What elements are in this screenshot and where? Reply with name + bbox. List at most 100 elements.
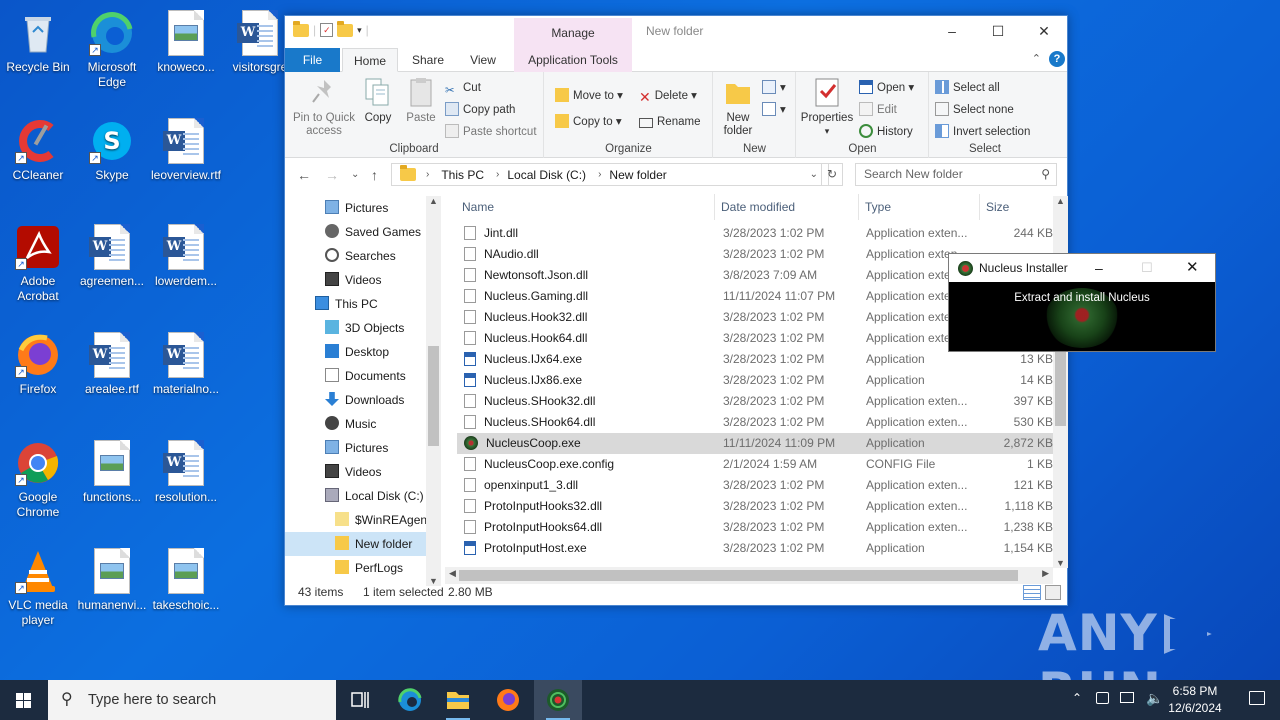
file-list-scrollbar[interactable]: ▲ ▼ xyxy=(1053,196,1068,568)
pin-quick-access-button[interactable]: Pin to Quick access xyxy=(289,76,359,138)
cut-button[interactable]: ✂ Cut xyxy=(445,78,481,98)
details-view-icon[interactable] xyxy=(1023,585,1041,600)
move-to-button[interactable]: Move to ▾ xyxy=(555,86,623,106)
desktop-icon[interactable]: Wmaterialno... xyxy=(148,332,224,397)
nav-scrollbar[interactable]: ▲ ▼ xyxy=(426,196,441,586)
tab-home[interactable]: Home xyxy=(342,48,398,72)
nav-item-documents[interactable]: Documents xyxy=(285,364,426,388)
desktop-icon[interactable]: Wleoverview.rtf xyxy=(148,118,224,183)
desktop-icon[interactable]: ↗ Adobe Acrobat xyxy=(0,224,76,304)
file-row[interactable]: Nucleus.IJx86.exe 3/28/2023 1:02 PM Applic… xyxy=(457,370,1053,391)
nav-item-this-pc[interactable]: This PC xyxy=(285,292,426,316)
desktop-icon[interactable]: knoweco... xyxy=(148,10,224,75)
desktop-icon[interactable]: ↗ Google Chrome xyxy=(0,440,76,520)
notifications-icon[interactable] xyxy=(1249,691,1265,705)
nav-item-3d-objects[interactable]: 3D Objects xyxy=(285,316,426,340)
new-folder-button[interactable]: New folder xyxy=(718,76,758,138)
nav-item-local-disk-c[interactable]: Local Disk (C:) xyxy=(285,484,426,508)
desktop-icon[interactable]: ↗ Firefox xyxy=(0,332,76,397)
show-hidden-icons-icon[interactable]: ⌃ xyxy=(1072,691,1082,705)
copy-button[interactable]: Copy xyxy=(361,76,395,125)
paste-button[interactable]: Paste xyxy=(401,76,441,125)
search-input[interactable]: Search New folder ⚲ xyxy=(855,163,1057,186)
maximize-button[interactable]: ☐ xyxy=(975,16,1021,46)
copy-to-button[interactable]: Copy to ▾ xyxy=(555,112,622,132)
nav-item-searches[interactable]: Searches xyxy=(285,244,426,268)
taskbar-edge[interactable] xyxy=(386,680,434,720)
nav-item-videos[interactable]: Videos xyxy=(285,268,426,292)
address-dropdown-icon[interactable]: ⌄ xyxy=(810,169,818,180)
desktop-icon[interactable]: Wresolution... xyxy=(148,440,224,505)
file-row[interactable]: Nucleus.IJx64.exe 3/28/2023 1:02 PM Applic… xyxy=(457,349,1053,370)
easy-access-button[interactable]: ▾ xyxy=(762,100,792,120)
file-row-partial[interactable]: IonicZipReduced.dll3/19/2024 11:39 AMApp… xyxy=(457,210,1053,220)
nav-item-saved-games[interactable]: Saved Games xyxy=(285,220,426,244)
nav-scrollbar-thumb[interactable] xyxy=(428,346,439,446)
nav-item-desktop[interactable]: Desktop xyxy=(285,340,426,364)
help-icon[interactable]: ? xyxy=(1049,51,1065,67)
horizontal-scrollbar-thumb[interactable] xyxy=(459,570,1018,581)
open-button[interactable]: Open ▾ xyxy=(859,78,914,98)
desktop-icon[interactable]: takeschoic... xyxy=(148,548,224,613)
address-bar[interactable]: › This PC › Local Disk (C:) › New folder… xyxy=(391,163,829,186)
desktop-icon[interactable]: Wagreemen... xyxy=(74,224,150,289)
file-row[interactable]: Nucleus.SHook32.dll 3/28/2023 1:02 PM Appl… xyxy=(457,391,1053,412)
back-arrow-icon[interactable]: ← xyxy=(297,167,311,183)
nav-item-videos[interactable]: Videos xyxy=(285,460,426,484)
edit-button[interactable]: Edit xyxy=(859,100,897,120)
up-arrow-icon[interactable]: ↑ xyxy=(371,167,378,183)
minimize-button[interactable]: – xyxy=(929,16,975,46)
installer-close-button[interactable]: ✕ xyxy=(1186,254,1199,282)
file-row[interactable]: NucleusCoop.exe.config 2/1/2024 1:59 AM CO… xyxy=(457,454,1053,475)
properties-button[interactable]: Properties ▾ xyxy=(799,76,855,138)
file-row[interactable]: Jint.dll 3/28/2023 1:02 PM Application ext… xyxy=(457,223,1053,244)
copy-path-button[interactable]: Copy path xyxy=(445,100,515,120)
taskbar-search-input[interactable]: ⚲ Type here to search xyxy=(48,680,336,720)
desktop-icon[interactable]: S ↗ Skype xyxy=(74,118,150,183)
collapse-ribbon-icon[interactable]: ⌃ xyxy=(1032,52,1041,65)
installer-minimize-button[interactable]: – xyxy=(1095,254,1103,282)
desktop-icon[interactable]: ↗ VLC media player xyxy=(0,548,76,628)
invert-selection-button[interactable]: Invert selection xyxy=(935,122,1030,142)
tab-view[interactable]: View xyxy=(458,48,508,72)
desktop-icon[interactable]: Wlowerdem... xyxy=(148,224,224,289)
file-row[interactable]: ProtoInputHooks64.dll 3/28/2023 1:02 PM Ap… xyxy=(457,517,1053,538)
close-button[interactable]: ✕ xyxy=(1021,16,1067,46)
nav-item-perflogs[interactable]: PerfLogs xyxy=(285,556,426,580)
ethernet-icon[interactable] xyxy=(1120,692,1134,703)
recent-locations-icon[interactable]: ⌄ xyxy=(351,169,359,180)
delete-button[interactable]: ✕ Delete ▾ xyxy=(639,86,697,106)
desktop-icon[interactable]: Warealee.rtf xyxy=(74,332,150,397)
taskbar-firefox[interactable] xyxy=(484,680,532,720)
tab-share[interactable]: Share xyxy=(403,48,453,72)
select-none-button[interactable]: Select none xyxy=(935,100,1014,120)
breadcrumb-this-pc[interactable]: This PC xyxy=(441,168,484,182)
taskbar-file-explorer[interactable] xyxy=(434,680,482,720)
history-button[interactable]: History xyxy=(859,122,913,142)
desktop-icon[interactable]: ↗ Microsoft Edge xyxy=(74,10,150,90)
breadcrumb-new-folder[interactable]: New folder xyxy=(609,168,666,182)
clock[interactable]: 6:58 PM 12/6/2024 xyxy=(1160,683,1230,717)
taskbar-nucleus[interactable] xyxy=(534,680,582,720)
select-all-button[interactable]: Select all xyxy=(935,78,1000,98)
nav-item-new-folder[interactable]: New folder xyxy=(285,532,426,556)
network-icon[interactable] xyxy=(1096,692,1109,704)
file-row[interactable]: ProtoInputHost.exe 3/28/2023 1:02 PM Appli… xyxy=(457,538,1053,559)
refresh-button[interactable]: ↻ xyxy=(821,163,843,186)
paste-shortcut-button[interactable]: Paste shortcut xyxy=(445,122,537,142)
tab-file[interactable]: File xyxy=(285,48,340,72)
new-item-button[interactable]: ▾ xyxy=(762,78,792,98)
forward-arrow-icon[interactable]: → xyxy=(325,167,339,183)
nav-item-winreagent[interactable]: $WinREAgent xyxy=(285,508,430,532)
nav-item-downloads[interactable]: Downloads xyxy=(285,388,426,412)
customize-qat-icon[interactable]: ▾ xyxy=(357,25,362,36)
nav-item-pictures[interactable]: Pictures xyxy=(285,436,426,460)
desktop-icon[interactable]: Recycle Bin xyxy=(0,10,76,75)
desktop-icon[interactable]: functions... xyxy=(74,440,150,505)
large-icons-view-icon[interactable] xyxy=(1045,585,1061,600)
breadcrumb-local-disk[interactable]: Local Disk (C:) xyxy=(507,168,586,182)
new-folder-qat-icon[interactable] xyxy=(337,20,354,37)
file-row[interactable]: Nucleus.SHook64.dll 3/28/2023 1:02 PM Appl… xyxy=(457,412,1053,433)
tab-application-tools[interactable]: Application Tools xyxy=(514,48,632,72)
file-row[interactable]: openxinput1_3.dll 3/28/2023 1:02 PM Applic… xyxy=(457,475,1053,496)
